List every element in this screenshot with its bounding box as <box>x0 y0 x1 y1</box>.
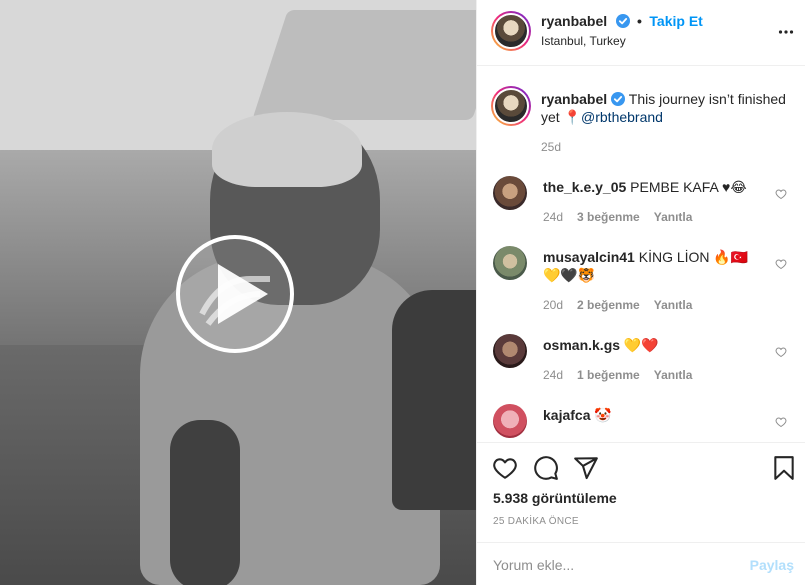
follow-button[interactable]: Takip Et <box>649 13 702 29</box>
header-separator: • <box>637 13 642 29</box>
post-header: ryanbabel • Takip Et Istanbul, Turkey <box>477 0 805 66</box>
caption-username[interactable]: ryanbabel <box>541 91 607 107</box>
add-comment-bar: Paylaş <box>477 542 805 585</box>
caption-mention[interactable]: @rbthebrand <box>581 109 663 125</box>
comment-input[interactable] <box>493 555 733 575</box>
commenter-avatar[interactable] <box>493 176 527 210</box>
post-comment-button[interactable]: Paylaş <box>750 557 794 573</box>
comment-age: 20d <box>543 298 564 312</box>
caption-author-avatar[interactable] <box>491 86 531 126</box>
like-comment-heart-icon[interactable] <box>775 258 787 270</box>
commenter-avatar[interactable] <box>493 246 527 280</box>
comment-text: 🤡 <box>590 407 612 423</box>
commenter-avatar[interactable] <box>493 334 527 368</box>
author-username[interactable]: ryanbabel <box>541 13 607 29</box>
comment-likes[interactable]: 2 beğenme <box>577 298 640 312</box>
caption: ryanbabel This journey isn’t finished ye… <box>541 90 791 154</box>
comment-reply[interactable]: Yanıtla <box>654 210 693 224</box>
comment-username[interactable]: osman.k.gs <box>543 337 620 353</box>
comments-list[interactable]: the_k.e.y_05 PEMBE KAFA ♥😂 24d 3 beğenme Y… <box>477 170 805 438</box>
comment-content: osman.k.gs 💛❤️ 24d 1 beğenme Yanıtla <box>543 334 765 382</box>
comment-meta: 24d 1 beğenme Yanıtla <box>543 368 765 382</box>
player-hair <box>212 112 362 187</box>
comment-age: 24d <box>543 210 564 224</box>
post-side-panel: ryanbabel • Takip Et Istanbul, Turkey ry… <box>476 0 805 585</box>
like-comment-heart-icon[interactable] <box>775 346 787 358</box>
caption-text: ryanbabel This journey isn’t finished ye… <box>541 90 791 126</box>
comment-icon[interactable] <box>533 455 559 481</box>
author-line: ryanbabel • Takip Et <box>541 13 703 31</box>
comment-reply[interactable]: Yanıtla <box>654 368 693 382</box>
comment-meta: 24d 3 beğenme Yanıtla <box>543 210 765 224</box>
verified-badge-icon <box>615 14 630 28</box>
comment-username[interactable]: the_k.e.y_05 <box>543 179 626 195</box>
more-horizontal-icon[interactable] <box>778 24 794 40</box>
verified-badge-icon <box>611 92 626 106</box>
background-sign-lettering <box>252 10 476 120</box>
view-count[interactable]: 5.938 görüntüleme <box>493 490 617 506</box>
player-arm <box>170 420 240 585</box>
comment-text: 💛❤️ <box>620 337 659 353</box>
comment-text: PEMBE KAFA ♥😂 <box>626 179 747 195</box>
post-video[interactable] <box>0 0 476 585</box>
comment-content: the_k.e.y_05 PEMBE KAFA ♥😂 24d 3 beğenme Y… <box>543 176 765 224</box>
comment-reply[interactable]: Yanıtla <box>654 298 693 312</box>
comment-username[interactable]: kajafca <box>543 407 590 423</box>
share-icon[interactable] <box>573 455 599 481</box>
play-icon <box>199 264 270 326</box>
like-comment-heart-icon[interactable] <box>775 188 787 200</box>
location-link[interactable]: Istanbul, Turkey <box>541 34 626 48</box>
post-time[interactable]: 25 DAKİKA ÖNCE <box>493 516 579 527</box>
comment-likes[interactable]: 3 beğenme <box>577 210 640 224</box>
training-bib <box>392 290 476 510</box>
comment-meta: 20d 2 beğenme Yanıtla <box>543 298 765 312</box>
post-actions: 5.938 görüntüleme 25 DAKİKA ÖNCE <box>477 442 805 542</box>
author-avatar[interactable] <box>491 11 531 51</box>
comment-likes[interactable]: 1 beğenme <box>577 368 640 382</box>
comment-username[interactable]: musayalcin41 <box>543 249 635 265</box>
heart-icon[interactable] <box>492 455 518 481</box>
comment-content: kajafca 🤡 <box>543 404 765 424</box>
comment-age: 24d <box>543 368 564 382</box>
play-button[interactable] <box>176 235 294 353</box>
caption-age: 25d <box>541 140 562 154</box>
like-comment-heart-icon[interactable] <box>775 416 787 428</box>
comment-content: musayalcin41 KİNG LİON 🔥🇹🇷 💛🖤🐯 20d 2 beğe… <box>543 246 765 312</box>
pin-emoji: 📍 <box>563 109 582 125</box>
bookmark-icon[interactable] <box>771 455 797 481</box>
commenter-avatar[interactable] <box>493 404 527 438</box>
